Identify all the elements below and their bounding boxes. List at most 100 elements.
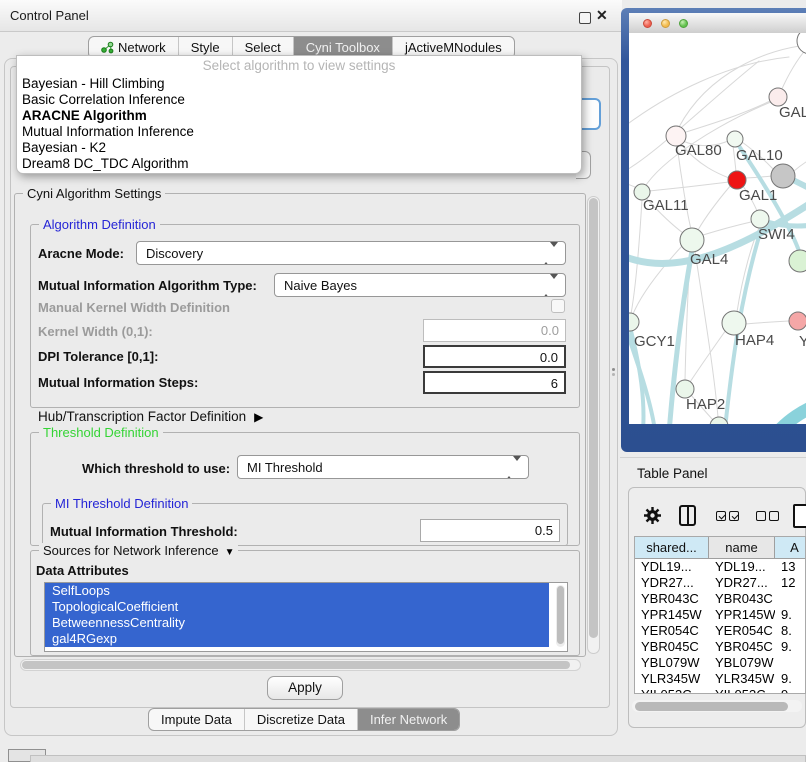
apply-button[interactable]: Apply (267, 676, 343, 700)
sources-toggle[interactable]: Sources for Network Inference ▼ (39, 543, 238, 558)
network-node-y[interactable] (789, 312, 806, 330)
mi-steps-field[interactable]: 6 (423, 371, 566, 394)
table-row[interactable]: YBR043CYBR043C (635, 591, 805, 607)
network-edge (629, 57, 789, 126)
network-edge (649, 182, 729, 191)
group-title: Threshold Definition (39, 425, 163, 440)
table-cell: YBR045C (635, 639, 709, 655)
dpi-tolerance-label: DPI Tolerance [0,1]: (38, 349, 158, 364)
panel-divider-grip[interactable] (612, 368, 615, 371)
collapse-arrow-icon: ▼ (225, 547, 235, 558)
tab-impute-data[interactable]: Impute Data (149, 709, 244, 730)
select-all-checkbox-icon[interactable] (716, 511, 726, 521)
tab-discretize-data[interactable]: Discretize Data (244, 709, 357, 730)
select-all-checkbox-icon[interactable] (729, 511, 739, 521)
table-cell: YDL19... (709, 559, 775, 575)
table-cell: YBL079W (709, 655, 775, 671)
algorithm-option-bayesian-hill-climbing[interactable]: Bayesian - Hill Climbing (17, 76, 581, 92)
attribute-topologicalcoefficient[interactable]: TopologicalCoefficient (45, 599, 549, 615)
table-cell: YIL053C (635, 687, 709, 694)
aracne-mode-select[interactable]: Discovery (136, 241, 566, 265)
table-row[interactable]: YER054CYER054C8. (635, 623, 805, 639)
attribute-betweennesscentrality[interactable]: BetweennessCentrality (45, 615, 549, 631)
algorithm-option-dream8-dc-tdc-algorithm[interactable]: Dream8 DC_TDC Algorithm (17, 156, 581, 172)
network-canvas[interactable]: GALGAL80GAL10GAL1GAL11SWI4GAL4GCY1HAP4YH… (629, 33, 806, 424)
settings-horizontal-scrollbar[interactable] (20, 659, 581, 671)
columns-icon[interactable] (679, 505, 696, 526)
algorithm-option-basic-correlation-inference[interactable]: Basic Correlation Inference (17, 92, 581, 108)
column-header-a[interactable]: A (775, 537, 806, 559)
table-cell (775, 591, 806, 607)
network-node-gal4[interactable] (680, 228, 704, 252)
group-title: Cyni Algorithm Settings (23, 186, 165, 201)
popup-placeholder: Select algorithm to view settings (17, 56, 581, 76)
column-header-name[interactable]: name (709, 537, 775, 559)
network-node[interactable] (789, 250, 806, 272)
table-cell: 9. (775, 607, 806, 623)
table-row[interactable]: YBR045CYBR045C9. (635, 639, 805, 655)
minimize-traffic-light-icon[interactable] (661, 19, 670, 28)
network-node[interactable] (797, 33, 806, 54)
table-row[interactable]: YLR345WYLR345W9. (635, 671, 805, 687)
algorithm-popup: Select algorithm to view settings Bayesi… (16, 55, 582, 174)
table-row[interactable]: YBL079WYBL079W (635, 655, 805, 671)
table-cell: YBL079W (635, 655, 709, 671)
network-edge (698, 185, 731, 230)
float-window-icon[interactable] (579, 12, 591, 24)
list-scrollbar[interactable] (556, 585, 565, 647)
kernel-width-field[interactable]: 0.0 (423, 319, 566, 342)
dpi-tolerance-field[interactable]: 0.0 (423, 345, 566, 368)
close-icon[interactable]: ✕ (596, 7, 608, 24)
manual-kernel-checkbox[interactable] (551, 299, 565, 313)
attribute-gal4rgexp[interactable]: gal4RGexp (45, 631, 549, 647)
stepper-icon (542, 247, 558, 262)
group-title: MI Threshold Definition (51, 496, 192, 511)
table-cell: 13 (775, 559, 806, 575)
node-label: Y (799, 333, 806, 350)
network-node-gal10[interactable] (727, 131, 743, 147)
mi-type-select[interactable]: Naive Bayes (274, 273, 566, 297)
network-edge (775, 405, 806, 424)
kernel-width-label: Kernel Width (0,1): (38, 324, 153, 339)
algorithm-option-mutual-information-inference[interactable]: Mutual Information Inference (17, 124, 581, 140)
file-icon[interactable] (793, 504, 806, 528)
close-traffic-light-icon[interactable] (643, 19, 652, 28)
table-row[interactable]: YIL053CYIL053C9. (635, 687, 805, 694)
sources-title: Sources for Network Inference (43, 543, 219, 558)
deselect-all-checkbox-icon[interactable] (769, 511, 779, 521)
column-header-shared[interactable]: shared... (635, 537, 709, 559)
node-label: SWI4 (758, 226, 795, 243)
which-threshold-select[interactable]: MI Threshold (237, 455, 529, 479)
gear-icon[interactable] (643, 506, 662, 525)
algorithm-option-aracne-algorithm[interactable]: ARACNE Algorithm (17, 108, 581, 124)
table-row[interactable]: YDR27...YDR27...12 (635, 575, 805, 591)
tab-label: Impute Data (161, 712, 232, 727)
aracne-mode-label: Aracne Mode: (38, 246, 124, 261)
table-row[interactable]: YDL19...YDL19...13 (635, 559, 805, 575)
tab-label: Select (245, 40, 281, 55)
node-label: GAL4 (690, 251, 728, 268)
mi-threshold-field[interactable]: 0.5 (420, 519, 560, 542)
network-node[interactable] (771, 164, 795, 188)
settings-vertical-scrollbar[interactable] (587, 196, 600, 654)
table-cell: YPR145W (635, 607, 709, 623)
deselect-all-checkbox-icon[interactable] (756, 511, 766, 521)
table-row[interactable]: YPR145WYPR145W9. (635, 607, 805, 623)
network-node-gcy1[interactable] (629, 313, 639, 331)
algorithm-option-bayesian-k2[interactable]: Bayesian - K2 (17, 140, 581, 156)
node-label: GCY1 (634, 333, 675, 350)
network-edge (745, 321, 789, 324)
table-cell: 12 (775, 575, 806, 591)
hub-definition-toggle[interactable]: Hub/Transcription Factor Definition▶ (38, 409, 263, 424)
table-cell: 9. (775, 687, 806, 694)
screen: Control Panel ✕ NetworkStyleSelectCyni T… (0, 0, 806, 762)
group-title: Algorithm Definition (39, 217, 160, 232)
data-attributes-list: SelfLoopsTopologicalCoefficientBetweenne… (44, 582, 568, 652)
table-hscrollbar-thumb[interactable] (635, 702, 788, 711)
zoom-traffic-light-icon[interactable] (679, 19, 688, 28)
network-edge (794, 160, 806, 171)
attribute-selfloops[interactable]: SelfLoops (45, 583, 549, 599)
table-cell (775, 655, 806, 671)
tab-infer-network[interactable]: Infer Network (357, 709, 459, 730)
network-window-titlebar[interactable] (629, 13, 806, 34)
